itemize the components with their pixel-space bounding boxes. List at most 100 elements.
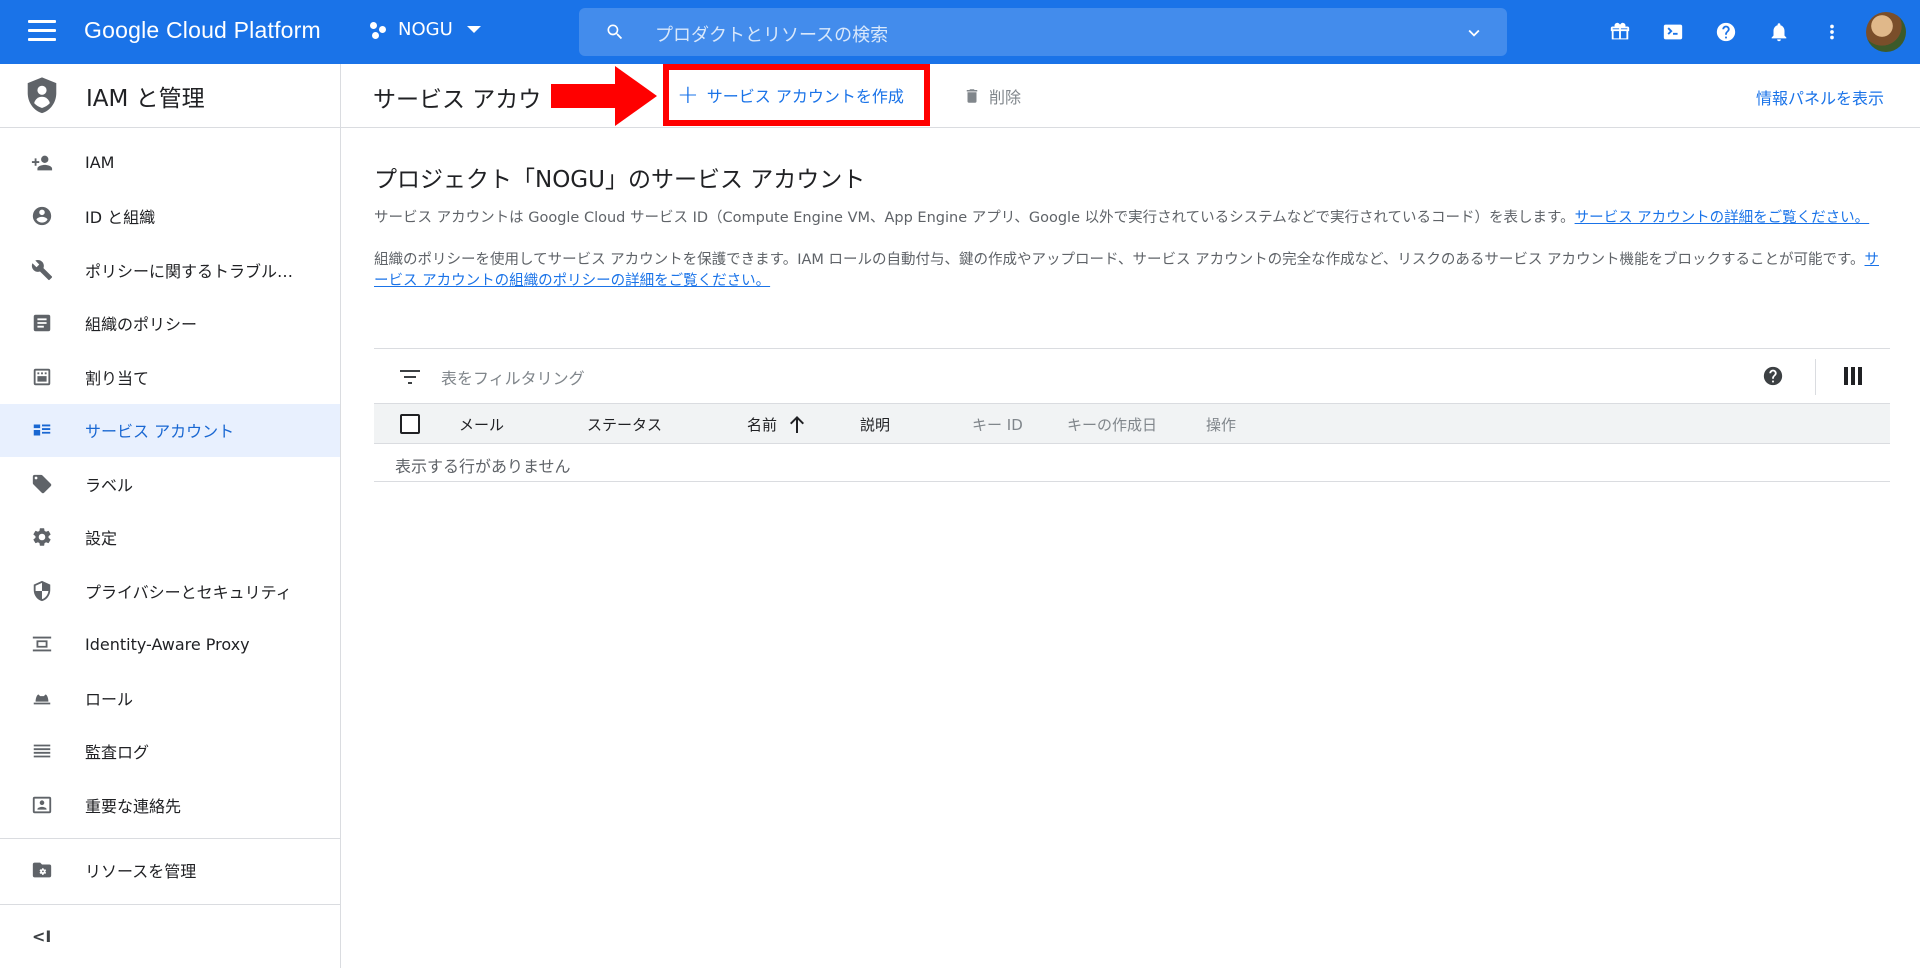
service-account-icon <box>30 418 54 442</box>
sidebar-item-audit-logs[interactable]: 監査ログ <box>0 725 340 779</box>
project-name: NOGU <box>398 19 453 40</box>
column-header-name[interactable]: 名前 <box>747 414 805 435</box>
page-body: プロジェクト「NOGU」のサービス アカウント サービス アカウントは Goog… <box>374 160 1890 313</box>
sidebar-item-label: ポリシーに関するトラブル… <box>85 261 294 281</box>
sidebar-item-label: Identity-Aware Proxy <box>85 634 250 654</box>
settings-icon <box>30 525 54 549</box>
service-accounts-table: 表をフィルタリング メール ステータス 名前 説明 キー ID キーの作成日 操… <box>374 348 1890 482</box>
create-service-account-button[interactable]: + サービス アカウントを作成 <box>677 80 904 110</box>
column-header-key-created: キーの作成日 <box>1067 416 1158 434</box>
table-header: メール ステータス 名前 説明 キー ID キーの作成日 操作 <box>374 404 1890 444</box>
search-bar[interactable]: プロダクトとリソースの検索 <box>579 8 1507 56</box>
project-selector[interactable]: NOGU <box>370 19 481 40</box>
sidebar-item-privacy-security[interactable]: プライバシーとセキュリティ <box>0 564 340 618</box>
sidebar-item-labels[interactable]: ラベル <box>0 457 340 511</box>
sidebar-item-essential-contacts[interactable]: 重要な連絡先 <box>0 778 340 832</box>
sidebar-item-iap[interactable]: Identity-Aware Proxy <box>0 618 340 672</box>
person-add-icon <box>30 151 54 175</box>
sidebar-title: IAM と管理 <box>86 85 205 112</box>
sort-ascending-icon <box>790 416 805 433</box>
iap-icon <box>30 632 54 656</box>
sidebar-item-label: ID と組織 <box>85 208 156 228</box>
filter-input[interactable]: 表をフィルタリング <box>441 365 585 389</box>
sidebar-collapse: <I <box>0 904 340 968</box>
table-filter-bar: 表をフィルタリング <box>374 348 1890 404</box>
more-vert-icon[interactable] <box>1805 0 1858 64</box>
sidebar-item-label: 割り当て <box>85 368 150 388</box>
sidebar-item-quotas[interactable]: 割り当て <box>0 350 340 404</box>
chevron-down-icon <box>466 26 481 33</box>
help-icon[interactable] <box>1762 365 1784 387</box>
delete-label: 削除 <box>989 88 1022 107</box>
chevron-down-icon[interactable] <box>1463 22 1485 44</box>
show-info-panel-link[interactable]: 情報パネルを表示 <box>1756 85 1884 109</box>
sidebar-item-label: サービス アカウント <box>85 422 235 442</box>
column-header-key-id: キー ID <box>972 416 1023 434</box>
quota-icon <box>30 365 54 389</box>
sidebar-item-label: 設定 <box>85 529 118 549</box>
shield-icon <box>30 579 54 603</box>
plus-icon: + <box>677 80 699 110</box>
shield-icon <box>27 76 57 113</box>
sidebar-item-service-accounts[interactable]: サービス アカウント <box>0 403 340 457</box>
sidebar-item-label: IAM <box>85 153 115 173</box>
avatar[interactable] <box>1866 12 1906 52</box>
sidebar-item-manage-resources[interactable]: リソースを管理 <box>0 839 340 901</box>
cloud-shell-icon[interactable] <box>1646 0 1699 64</box>
top-actions <box>1593 0 1920 64</box>
filter-icon[interactable] <box>400 369 420 385</box>
sidebar-item-org-policies[interactable]: 組織のポリシー <box>0 297 340 351</box>
sidebar-item-iam[interactable]: IAM <box>0 136 340 190</box>
create-service-account-label: サービス アカウントを作成 <box>706 87 904 106</box>
column-header-description[interactable]: 説明 <box>860 414 890 435</box>
label-icon <box>30 472 54 496</box>
column-header-status[interactable]: ステータス <box>587 414 662 435</box>
sidebar: IAM と管理 IAM ID と組織 ポリシーに関するトラブル… 組織のポリシー… <box>0 64 341 968</box>
section-heading: プロジェクト「NOGU」のサービス アカウント <box>374 167 866 193</box>
delete-button[interactable]: 削除 <box>963 84 1021 108</box>
main-menu-icon[interactable] <box>28 20 56 44</box>
top-app-bar: Google Cloud Platform NOGU プロダクトとリソースの検索 <box>0 0 1920 64</box>
toolbar-divider <box>1815 359 1816 395</box>
brand-logo[interactable]: Google Cloud Platform <box>84 17 321 44</box>
sidebar-item-label: ロール <box>85 689 134 709</box>
sidebar-item-label: 監査ログ <box>85 743 150 763</box>
search-icon <box>607 24 623 40</box>
sidebar-item-roles[interactable]: ロール <box>0 671 340 725</box>
sidebar-nav: IAM ID と組織 ポリシーに関するトラブル… 組織のポリシー 割り当て サー… <box>0 128 340 832</box>
column-header-email[interactable]: メール <box>459 414 504 435</box>
collapse-sidebar-icon[interactable]: <I <box>32 927 51 946</box>
sidebar-item-settings[interactable]: 設定 <box>0 511 340 565</box>
gift-icon[interactable] <box>1593 0 1646 64</box>
help-icon[interactable] <box>1699 0 1752 64</box>
article-icon <box>30 311 54 335</box>
org-policy-paragraph: 組織のポリシーを使用してサービス アカウントを保護できます。IAM ロールの自動… <box>374 250 1890 292</box>
list-icon <box>30 739 54 763</box>
page-toolbar: サービス アカウ + サービス アカウントを作成 削除 情報パネルを表示 <box>341 64 1920 128</box>
main-content: サービス アカウ + サービス アカウントを作成 削除 情報パネルを表示 プロジ… <box>341 64 1920 968</box>
page-title: サービス アカウ <box>373 87 542 113</box>
red-arrow-annotation <box>551 66 657 126</box>
folder-settings-icon <box>30 858 54 882</box>
table-empty-row: 表示する行がありません <box>374 444 1890 482</box>
column-header-name-label: 名前 <box>747 416 778 434</box>
column-display-icon[interactable] <box>1844 367 1862 385</box>
role-hat-icon <box>30 686 54 710</box>
sidebar-header: IAM と管理 <box>0 64 340 128</box>
learn-more-service-accounts-link[interactable]: サービス アカウントの詳細をご覧ください。 <box>1575 210 1870 226</box>
trash-icon <box>966 89 978 103</box>
sidebar-item-policy-troubleshooter[interactable]: ポリシーに関するトラブル… <box>0 243 340 297</box>
search-input[interactable]: プロダクトとリソースの検索 <box>655 21 888 47</box>
wrench-icon <box>30 258 54 282</box>
sidebar-item-label: リソースを管理 <box>85 861 197 881</box>
project-icon <box>370 20 390 40</box>
empty-message: 表示する行がありません <box>395 457 571 476</box>
description-text: サービス アカウントは Google Cloud サービス ID（Compute… <box>374 210 1575 226</box>
sidebar-item-identity-org[interactable]: ID と組織 <box>0 190 340 244</box>
select-all-checkbox[interactable] <box>400 414 420 434</box>
contact-icon <box>30 793 54 817</box>
sidebar-item-label: プライバシーとセキュリティ <box>85 582 292 602</box>
sidebar-item-label: 組織のポリシー <box>85 315 198 335</box>
sidebar-item-label: 重要な連絡先 <box>85 796 182 816</box>
notifications-icon[interactable] <box>1752 0 1805 64</box>
